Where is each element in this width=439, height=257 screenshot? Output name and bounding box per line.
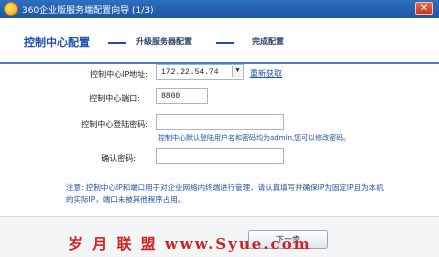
close-button[interactable]: ✕ <box>415 2 433 15</box>
refresh-link[interactable]: 重新获取 <box>250 68 282 79</box>
watermark: 岁 月 联 盟 www.Syue.com <box>68 235 312 253</box>
note-text: 注意: 控制中心IP和端口用于对企业网络内终端进行管理，请认真填写并确保IP为固… <box>66 183 384 204</box>
step-separator <box>108 42 126 44</box>
chevron-down-icon[interactable]: ▼ <box>232 66 242 77</box>
password-hint: 控制中心默认登陆用户名和密码均为admin,您可以修改密码。 <box>158 134 351 142</box>
step-upgrade-server: 升级服务器配置 <box>136 37 192 46</box>
app-logo-icon <box>4 2 18 16</box>
title-bar: 360企业版服务端配置向导 (1/3) ✕ <box>0 0 439 18</box>
confirm-password-input[interactable] <box>156 148 284 164</box>
confirm-password-label: 确认密码: <box>101 154 136 163</box>
port-label: 控制中心端口: <box>89 94 140 103</box>
ip-value: 172.22.54.74 <box>161 68 219 77</box>
ip-select[interactable]: 172.22.54.74 ▼ <box>156 64 244 80</box>
port-input[interactable]: 8800 <box>156 88 208 104</box>
window-title: 360企业版服务端配置向导 (1/3) <box>22 6 154 16</box>
ip-label: 控制中心IP地址: <box>90 70 148 79</box>
password-label: 控制中心登陆密码: <box>81 120 148 129</box>
step-separator <box>216 42 234 44</box>
step-finish: 完成配置 <box>252 37 284 46</box>
wizard-steps: 控制中心配置 升级服务器配置 完成配置 <box>0 18 439 64</box>
password-input[interactable] <box>156 114 284 130</box>
step-control-center: 控制中心配置 <box>24 36 90 49</box>
